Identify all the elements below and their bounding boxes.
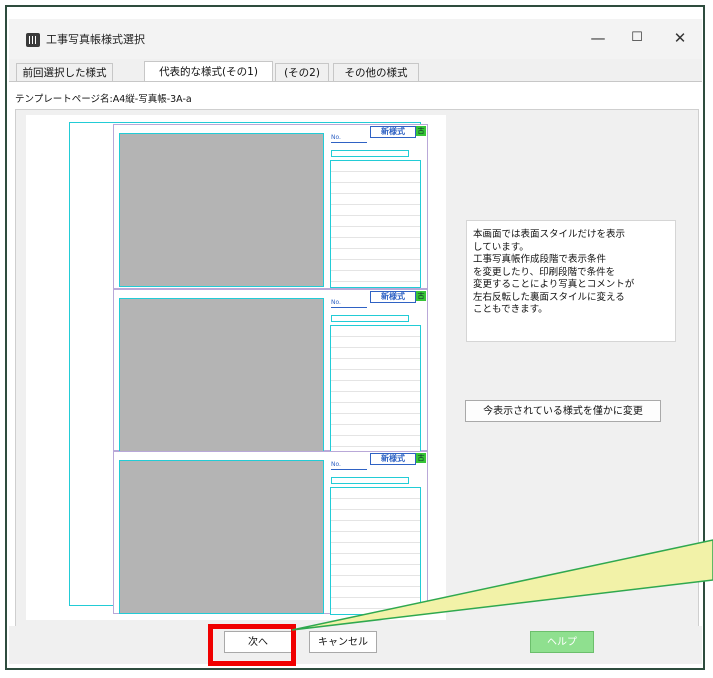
style-preview-area[interactable]: No. 新様式 古 No. 新様式 古 No. 新様式 古 <box>26 115 446 620</box>
info-line: 工事写真帳作成段階で表示条件 <box>473 254 607 265</box>
photo-placeholder <box>119 460 324 614</box>
number-label: No. <box>331 299 367 308</box>
tag-badge: 古 <box>416 291 426 301</box>
modify-style-button[interactable]: 今表示されている様式を僅かに変更 <box>465 400 661 422</box>
next-button-highlight <box>208 624 296 666</box>
minimize-button[interactable]: — <box>580 25 616 51</box>
photo-block-3: No. 新様式 古 <box>113 451 428 615</box>
close-button[interactable]: ✕ <box>662 25 698 51</box>
photo-placeholder <box>119 298 324 452</box>
title-field <box>331 477 409 484</box>
comment-box <box>330 160 421 288</box>
comment-box <box>330 487 421 615</box>
style-badge: 新様式 <box>370 126 416 138</box>
info-line: 本画面では表面スタイルだけを表示 <box>473 229 626 240</box>
template-page-name: テンプレートページ名:A4縦-写真帳-3A-a <box>15 94 192 105</box>
cancel-button[interactable]: キャンセル <box>309 631 377 653</box>
photo-block-1: No. 新様式 古 <box>113 124 428 289</box>
preview-page: No. 新様式 古 No. 新様式 古 No. 新様式 古 <box>69 122 428 615</box>
tag-badge: 古 <box>416 453 426 463</box>
template-preview-box: No. 新様式 古 No. 新様式 古 No. 新様式 古 本画面では表面スタイ… <box>15 109 699 629</box>
comment-box <box>330 325 421 453</box>
tab-representative-1[interactable]: 代表的な様式(その1) <box>144 61 273 82</box>
info-message-box: 本画面では表面スタイルだけを表示 しています。 工事写真帳作成段階で表示条件 を… <box>466 220 676 342</box>
help-button[interactable]: ヘルプ <box>530 631 594 653</box>
number-label: No. <box>331 134 367 143</box>
style-badge: 新様式 <box>370 453 416 465</box>
app-icon <box>26 33 40 47</box>
maximize-button[interactable]: ☐ <box>619 25 655 51</box>
photo-placeholder <box>119 133 324 287</box>
info-line: こともできます。 <box>473 304 548 315</box>
info-column: No. 新様式 古 <box>330 290 427 453</box>
tab-representative-2[interactable]: (その2) <box>275 63 329 81</box>
info-line: を変更したり、印刷段階で条件を <box>473 266 616 278</box>
info-column: No. 新様式 古 <box>330 125 427 288</box>
photo-block-2: No. 新様式 古 <box>113 289 428 453</box>
info-line: 左右反転した裏面スタイルに変える <box>473 291 625 303</box>
style-badge: 新様式 <box>370 291 416 303</box>
title-field <box>331 150 409 157</box>
tab-strip: 前回選択した様式 代表的な様式(その1) (その2) その他の様式 <box>9 61 702 82</box>
title-bar: 工事写真帳様式選択 — ☐ ✕ <box>9 19 702 59</box>
tab-panel: テンプレートページ名:A4縦-写真帳-3A-a No. 新様式 古 No. 新様… <box>9 81 702 629</box>
info-line: しています。 <box>473 241 529 253</box>
info-column: No. 新様式 古 <box>330 452 427 615</box>
tab-previous-style[interactable]: 前回選択した様式 <box>16 63 113 81</box>
title-field <box>331 315 409 322</box>
window-title: 工事写真帳様式選択 <box>46 33 145 46</box>
tag-badge: 古 <box>416 126 426 136</box>
dialog-window: 工事写真帳様式選択 — ☐ ✕ 前回選択した様式 代表的な様式(その1) (その… <box>9 19 702 664</box>
tab-other-styles[interactable]: その他の様式 <box>333 63 419 81</box>
number-label: No. <box>331 461 367 470</box>
info-line: 変更することにより写真とコメントが <box>473 279 635 290</box>
